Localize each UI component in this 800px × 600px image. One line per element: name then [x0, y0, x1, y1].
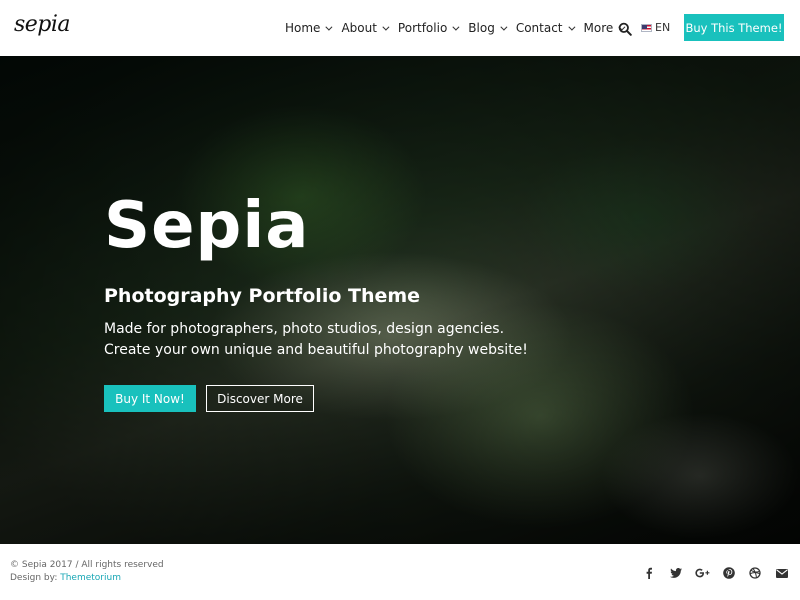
nav-item-label: About [341, 21, 377, 35]
main-navigation: Home About Portfolio Blog Contact More [285, 0, 634, 56]
twitter-icon[interactable] [663, 566, 690, 580]
language-label: EN [655, 21, 671, 34]
nav-item-label: Blog [468, 21, 495, 35]
chevron-down-icon [452, 23, 460, 31]
pinterest-icon[interactable] [716, 566, 743, 580]
site-footer: © Sepia 2017 / All rights reserved Desig… [0, 544, 800, 600]
nav-item-portfolio[interactable]: Portfolio [397, 21, 460, 35]
nav-item-label: Portfolio [397, 21, 448, 35]
chevron-down-icon [325, 23, 333, 31]
nav-item-home[interactable]: Home [285, 21, 333, 35]
language-switcher[interactable]: EN [641, 21, 670, 34]
dribbble-icon[interactable] [742, 566, 769, 580]
discover-more-button[interactable]: Discover More [206, 385, 314, 412]
chevron-down-icon [567, 23, 575, 31]
nav-item-blog[interactable]: Blog [468, 21, 508, 35]
hero-description-line-1: Made for photographers, photo studios, d… [104, 321, 505, 337]
site-logo[interactable]: sepia [14, 12, 71, 37]
nav-item-contact[interactable]: Contact [515, 21, 575, 35]
email-icon[interactable] [769, 566, 796, 580]
credit-prefix: Design by: [10, 573, 61, 583]
chevron-down-icon [500, 23, 508, 31]
hero-description: Made for photographers, photo studios, d… [104, 319, 528, 361]
hero-description-line-2: Create your own unique and beautiful pho… [104, 342, 528, 358]
nav-item-about[interactable]: About [341, 21, 390, 35]
chevron-down-icon [382, 23, 390, 31]
google-plus-icon[interactable] [689, 566, 716, 580]
buy-it-now-button[interactable]: Buy It Now! [104, 385, 196, 412]
search-icon[interactable] [618, 21, 632, 36]
nav-item-label: Contact [515, 21, 563, 35]
hero-title: Sepia [104, 189, 310, 263]
buy-theme-button[interactable]: Buy This Theme! [684, 14, 784, 41]
hero-subtitle: Photography Portfolio Theme [104, 285, 421, 307]
copyright-text: © Sepia 2017 / All rights reserved [10, 560, 164, 570]
design-credit: Design by: Themetorium [10, 573, 121, 583]
themetorium-link[interactable]: Themetorium [60, 573, 121, 583]
facebook-icon[interactable] [636, 566, 663, 580]
site-header: sepia Home About Portfolio Blog Contact … [0, 0, 800, 56]
nav-item-label: More [583, 21, 614, 35]
nav-item-label: Home [285, 21, 321, 35]
hero-section: Sepia Photography Portfolio Theme Made f… [0, 56, 800, 544]
social-links [636, 566, 795, 580]
flag-icon [641, 23, 652, 32]
